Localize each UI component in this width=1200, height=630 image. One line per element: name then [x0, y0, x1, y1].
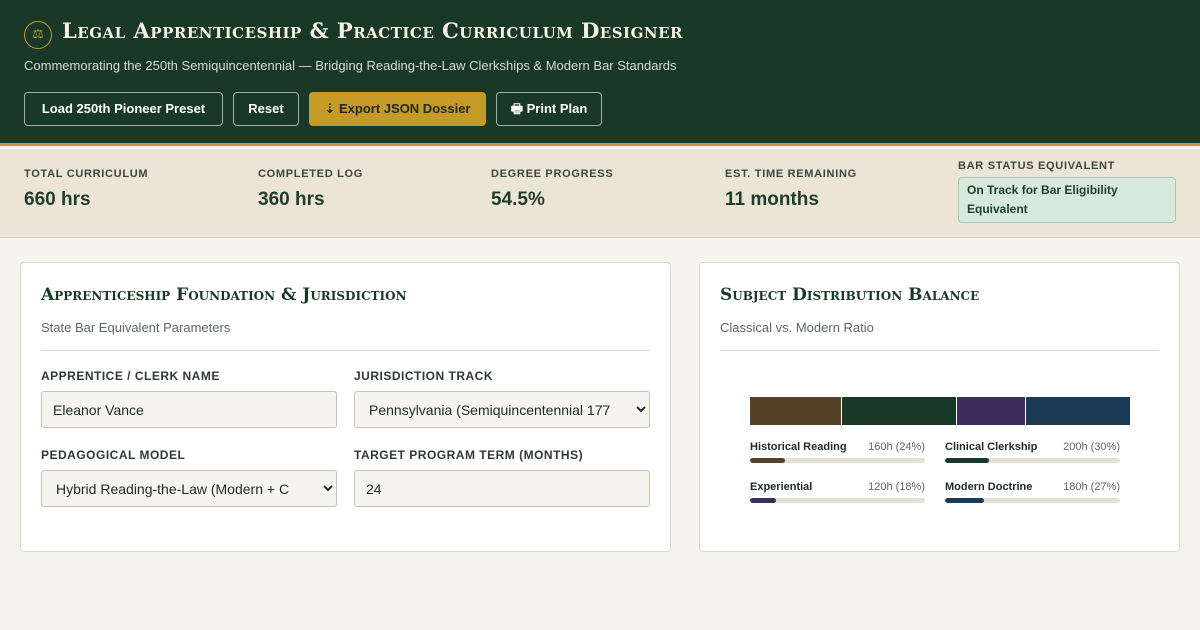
stat-time-label: Est. Time Remaining: [725, 168, 857, 180]
legend-track: [945, 498, 1120, 503]
legend-name: Clinical Clerkship: [945, 441, 1038, 453]
distribution-subtitle: Classical vs. Modern Ratio: [720, 320, 874, 335]
distribution-title: Subject Distribution Balance: [720, 285, 980, 305]
distribution-card: Subject Distribution Balance Classical v…: [699, 262, 1180, 552]
subject-ratio-bar: [750, 397, 1130, 425]
apprentice-name-input[interactable]: [41, 391, 337, 428]
stat-progress-value: 54.5%: [491, 189, 545, 210]
stat-time-remaining: Est. Time Remaining 11 months: [725, 168, 857, 211]
stat-time-value: 11 months: [725, 189, 819, 210]
export-json-button[interactable]: ⇣ Export JSON Dossier: [309, 92, 486, 126]
legend-fill: [750, 458, 785, 463]
ratio-segment-modern-doctrine: [1026, 397, 1130, 425]
legend-track: [945, 458, 1120, 463]
model-label: Pedagogical Model: [41, 448, 186, 462]
term-label: Target Program Term (Months): [354, 448, 584, 462]
stat-total: Total Curriculum 660 hrs: [24, 168, 148, 211]
load-preset-button[interactable]: Load 250th Pioneer Preset: [24, 92, 223, 126]
legend-name: Historical Reading: [750, 441, 847, 453]
stat-total-label: Total Curriculum: [24, 168, 149, 180]
app-subtitle: Commemorating the 250th Semiquincentenni…: [24, 58, 677, 73]
legend-clinical-clerkship: Clinical Clerkship 200h (30%): [945, 441, 1120, 469]
legend-name: Experiential: [750, 481, 813, 493]
divider: [41, 350, 650, 351]
legend-modern-doctrine: Modern Doctrine 180h (27%): [945, 481, 1120, 509]
ratio-segment-experiential: [957, 397, 1026, 425]
stat-bar-label: Bar Status Equivalent: [958, 160, 1116, 172]
print-plan-button[interactable]: 🖶 Print Plan: [496, 92, 602, 126]
stat-completed: Completed Log 360 hrs: [258, 168, 363, 211]
legend-value: 120h (18%): [868, 481, 925, 493]
legend-value: 180h (27%): [1063, 481, 1120, 493]
divider: [720, 350, 1159, 351]
stat-total-value: 660 hrs: [24, 189, 91, 210]
legend-fill: [750, 498, 777, 503]
foundation-subtitle: State Bar Equivalent Parameters: [41, 320, 231, 335]
stat-completed-label: Completed Log: [258, 168, 364, 180]
legend-experiential: Experiential 120h (18%): [750, 481, 925, 509]
foundation-card: Apprenticeship Foundation & Jurisdiction…: [20, 262, 671, 552]
bar-status-badge: On Track for Bar Eligibility Equivalent: [958, 177, 1176, 223]
stats-band: Total Curriculum 660 hrs Completed Log 3…: [0, 149, 1200, 238]
program-term-input[interactable]: [354, 470, 650, 507]
stat-completed-value: 360 hrs: [258, 189, 325, 210]
reset-button[interactable]: Reset: [233, 92, 299, 126]
pedagogical-model-select[interactable]: Hybrid Reading-the-Law (Modern + C: [41, 470, 337, 507]
stat-progress-label: Degree Progress: [491, 168, 614, 180]
legend-value: 160h (24%): [868, 441, 925, 453]
foundation-title: Apprenticeship Foundation & Jurisdiction: [41, 285, 407, 305]
stat-progress: Degree Progress 54.5%: [491, 168, 613, 211]
jurisdiction-select[interactable]: Pennsylvania (Semiquincentennial 177: [354, 391, 650, 428]
app-header: ⚖ Legal Apprenticeship & Practice Curric…: [0, 0, 1200, 146]
legend-fill: [945, 458, 989, 463]
scales-icon: ⚖: [24, 21, 52, 49]
legend-value: 200h (30%): [1063, 441, 1120, 453]
ratio-segment-clinical-clerkship: [842, 397, 957, 425]
stat-bar-status: Bar Status Equivalent On Track for Bar E…: [958, 160, 1176, 223]
legend-track: [750, 458, 925, 463]
legend-fill: [945, 498, 985, 503]
legend-track: [750, 498, 925, 503]
name-label: Apprentice / Clerk Name: [41, 369, 220, 383]
ratio-segment-historical-reading: [750, 397, 842, 425]
legend-historical-reading: Historical Reading 160h (24%): [750, 441, 925, 469]
legend-name: Modern Doctrine: [945, 481, 1033, 493]
app-title: Legal Apprenticeship & Practice Curricul…: [62, 18, 683, 43]
jurisdiction-label: Jurisdiction Track: [354, 369, 494, 383]
